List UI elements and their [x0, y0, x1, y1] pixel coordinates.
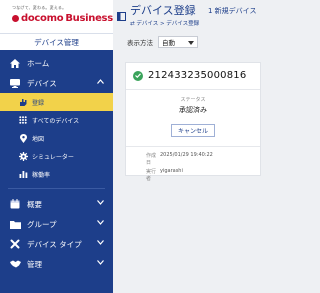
sidebar-item-home[interactable]: ホーム — [0, 53, 113, 73]
hand-icon — [18, 98, 28, 107]
page-header: デバイス登録 1 新規デバイス ⇄ デバイス > デバイス登録 — [113, 0, 278, 32]
pin-icon — [18, 133, 28, 143]
view-mode-value: 自動 — [162, 39, 175, 47]
handshake-icon — [9, 260, 21, 268]
card-divider — [126, 89, 260, 90]
sidebar-item-device[interactable]: デバイス — [0, 73, 113, 93]
calendar-icon — [9, 199, 21, 209]
device-icon — [9, 78, 21, 88]
home-icon — [9, 58, 21, 68]
section-title: デバイス管理 — [0, 33, 113, 50]
bar-chart-icon — [18, 170, 28, 178]
sidebar-subitem-register[interactable]: 登録 — [0, 93, 113, 111]
sidebar-subitem-label: すべてのデバイス — [32, 117, 80, 125]
created-key: 作成日 — [146, 153, 157, 166]
sidebar-subitem-label: 登録 — [32, 99, 45, 107]
created-row: 作成日 2025/01/29 19:40:22 — [146, 152, 260, 166]
logo-mark-icon — [12, 15, 19, 22]
sidebar-divider — [8, 188, 105, 189]
check-circle-icon — [133, 70, 143, 81]
created-value: 2025/01/29 19:40:22 — [160, 152, 213, 158]
folder-icon — [9, 220, 21, 229]
sidebar-item-group[interactable]: グループ — [0, 214, 113, 234]
chevron-down-icon — [97, 220, 104, 227]
status-value: 承認済み — [179, 106, 207, 114]
status-label: ステータス — [180, 97, 206, 103]
sidebar-item-label: ホーム — [27, 58, 50, 68]
device-id: 212433235000816 — [148, 70, 247, 81]
executor-value: yigarashi — [160, 168, 183, 174]
gear-icon — [18, 151, 28, 161]
sidebar-item-overview[interactable]: 概要 — [0, 194, 113, 214]
executor-key: 実行者 — [146, 169, 157, 182]
sidebar-item-admin[interactable]: 管理 — [0, 254, 113, 274]
pin-panel-icon[interactable] — [117, 6, 126, 21]
caret-down-icon — [188, 41, 194, 45]
cancel-button[interactable]: キャンセル — [171, 124, 215, 137]
executor-row: 実行者 yigarashi — [146, 168, 260, 182]
sidebar-subitem-simulator[interactable]: シミュレーター — [0, 147, 113, 165]
sidebar-item-label: デバイス — [27, 78, 57, 88]
sidebar-item-device-type[interactable]: デバイス タイプ — [0, 234, 113, 254]
view-mode-row: 表示方法 自動 — [127, 36, 198, 48]
sidebar-item-label: 概要 — [27, 199, 42, 209]
device-card: 212433235000816 ステータス 承認済み キャンセル 作成日 202… — [125, 62, 261, 182]
sidebar-item-label: グループ — [27, 219, 57, 229]
sidebar-nav: ホーム デバイス 登録 すべてのデバイス 地図 シミュレーター 稼働率 概要 グ… — [0, 53, 113, 274]
sidebar-item-label: 管理 — [27, 259, 42, 269]
chevron-down-icon — [97, 200, 104, 207]
sidebar: つなげて、変わる。変える。 docomo Business デバイス管理 ホーム… — [0, 0, 113, 293]
view-mode-select[interactable]: 自動 — [158, 36, 198, 48]
sidebar-subitem-uptime[interactable]: 稼働率 — [0, 165, 113, 183]
chevron-down-icon — [97, 260, 104, 267]
device-meta: 作成日 2025/01/29 19:40:22 実行者 yigarashi — [126, 147, 260, 182]
main-content: デバイス登録 1 新規デバイス ⇄ デバイス > デバイス登録 表示方法 自動 … — [113, 0, 278, 293]
brand-logo[interactable]: つなげて、変わる。変える。 docomo Business — [0, 0, 113, 33]
logo-word-business: Business — [65, 13, 113, 24]
device-card-header: 212433235000816 — [126, 63, 260, 81]
page-title: デバイス登録 — [130, 4, 196, 17]
sidebar-subitem-map[interactable]: 地図 — [0, 129, 113, 147]
grid-icon — [18, 116, 28, 124]
chevron-up-icon — [97, 79, 104, 86]
logo-word-docomo: docomo — [21, 13, 64, 24]
sidebar-subitem-label: 稼働率 — [32, 171, 51, 179]
docomo-business-logo: docomo Business — [12, 13, 113, 24]
sidebar-subitem-label: シミュレーター — [32, 153, 74, 161]
view-mode-label: 表示方法 — [127, 39, 153, 47]
wrench-icon — [9, 239, 21, 249]
page-subtitle: 1 新規デバイス — [208, 7, 257, 15]
brand-tagline: つなげて、変わる。変える。 — [12, 5, 67, 10]
breadcrumb[interactable]: ⇄ デバイス > デバイス登録 — [130, 19, 199, 27]
chevron-down-icon — [97, 240, 104, 247]
sidebar-subitem-label: 地図 — [32, 135, 45, 143]
sidebar-item-label: デバイス タイプ — [27, 239, 82, 249]
sidebar-subitem-all-devices[interactable]: すべてのデバイス — [0, 111, 113, 129]
